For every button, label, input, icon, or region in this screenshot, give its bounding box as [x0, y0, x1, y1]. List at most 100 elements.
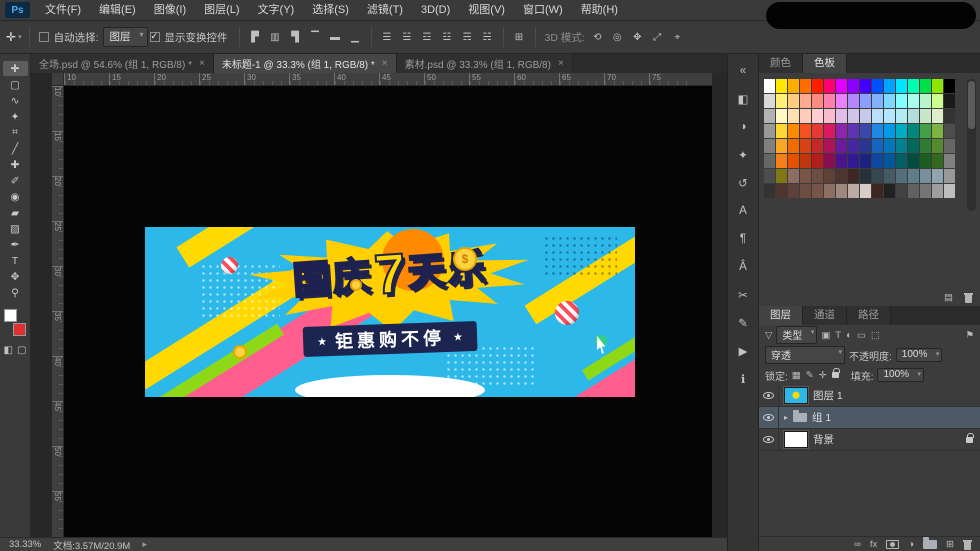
- color-swatch[interactable]: [944, 124, 955, 138]
- menu-item-8[interactable]: 3D(D): [412, 0, 459, 21]
- color-swatch[interactable]: [788, 109, 799, 123]
- character-panel-icon[interactable]: A: [731, 200, 755, 221]
- color-swatch[interactable]: [776, 109, 787, 123]
- color-swatch[interactable]: [836, 139, 847, 153]
- color-swatch[interactable]: [860, 184, 871, 198]
- color-swatch[interactable]: [800, 139, 811, 153]
- color-swatch[interactable]: [896, 169, 907, 183]
- screen-mode-icon[interactable]: ▢: [17, 345, 26, 356]
- color-swatch[interactable]: [764, 124, 775, 138]
- color-swatch[interactable]: [872, 139, 883, 153]
- color-swatch[interactable]: [932, 109, 943, 123]
- new-layer-icon[interactable]: ⊞: [946, 539, 954, 550]
- eraser-tool[interactable]: ▰: [3, 205, 28, 220]
- current-tool-preset[interactable]: ✛ ▾: [6, 30, 22, 44]
- color-swatch[interactable]: [788, 124, 799, 138]
- color-swatch[interactable]: [896, 124, 907, 138]
- lock-position-icon[interactable]: ✛: [819, 370, 827, 381]
- 3d-scale-icon[interactable]: ⌖: [669, 32, 686, 43]
- color-swatch[interactable]: [848, 124, 859, 138]
- layer-row-3[interactable]: 背景: [759, 429, 980, 451]
- color-swatch[interactable]: [848, 169, 859, 183]
- background-color-chip[interactable]: [13, 323, 26, 336]
- crop-tool[interactable]: ⌗: [3, 125, 28, 140]
- color-swatch[interactable]: [800, 79, 811, 93]
- color-swatch[interactable]: [848, 184, 859, 198]
- menu-item-2[interactable]: 编辑(E): [90, 0, 145, 21]
- color-swatch[interactable]: [932, 124, 943, 138]
- color-swatch[interactable]: [836, 124, 847, 138]
- color-swatch[interactable]: [908, 184, 919, 198]
- distribute-v-center-icon[interactable]: ☱: [399, 32, 416, 43]
- color-swatch[interactable]: [872, 94, 883, 108]
- color-swatch[interactable]: [908, 109, 919, 123]
- clone-source-panel-icon[interactable]: ✂: [731, 284, 755, 305]
- gradient-tool[interactable]: ▨: [3, 221, 28, 236]
- distribute-right-icon[interactable]: ☵: [479, 32, 496, 43]
- layer-visibility-toggle[interactable]: [759, 429, 779, 450]
- align-v-center-icon[interactable]: ▬: [327, 32, 344, 43]
- color-swatch[interactable]: [812, 184, 823, 198]
- info-panel-icon[interactable]: ℹ: [731, 368, 755, 389]
- color-swatch[interactable]: [836, 184, 847, 198]
- glyphs-panel-icon[interactable]: Â: [731, 256, 755, 277]
- swatches-scrollbar[interactable]: [967, 79, 976, 211]
- color-swatch[interactable]: [944, 184, 955, 198]
- color-swatch[interactable]: [908, 139, 919, 153]
- tab-close-icon[interactable]: ×: [382, 58, 388, 69]
- color-swatch[interactable]: [812, 169, 823, 183]
- tab-close-icon[interactable]: ×: [558, 58, 564, 69]
- color-swatch[interactable]: [884, 109, 895, 123]
- color-swatch[interactable]: [932, 154, 943, 168]
- link-layers-icon[interactable]: ∞: [854, 539, 861, 550]
- color-swatch[interactable]: [800, 184, 811, 198]
- color-swatch[interactable]: [932, 139, 943, 153]
- fill-dropdown[interactable]: 100%: [877, 368, 925, 382]
- color-swatch[interactable]: [920, 169, 931, 183]
- layer-mask-icon[interactable]: [886, 539, 900, 549]
- color-swatch[interactable]: [860, 154, 871, 168]
- color-swatch[interactable]: [860, 79, 871, 93]
- distribute-bottom-icon[interactable]: ☲: [419, 32, 436, 43]
- menu-item-5[interactable]: 文字(Y): [249, 0, 304, 21]
- zoom-level[interactable]: 33.33%: [9, 539, 41, 550]
- show-transform-checkbox[interactable]: [149, 31, 160, 42]
- menu-item-1[interactable]: 文件(F): [36, 0, 90, 21]
- quick-mask-mode-icon[interactable]: ◧: [4, 345, 13, 356]
- swatches-tab-1[interactable]: 颜色: [759, 54, 803, 73]
- blend-mode-dropdown[interactable]: 穿透: [765, 346, 845, 364]
- color-swatch[interactable]: [824, 184, 835, 198]
- quick-selection-tool[interactable]: ✦: [3, 109, 28, 124]
- align-right-icon[interactable]: ▜: [287, 32, 304, 43]
- auto-select-dropdown[interactable]: 图层: [102, 27, 148, 47]
- color-swatch[interactable]: [836, 154, 847, 168]
- color-swatch[interactable]: [884, 169, 895, 183]
- color-swatch[interactable]: [860, 124, 871, 138]
- zoom-tool[interactable]: ⚲: [3, 285, 28, 300]
- color-swatch[interactable]: [776, 124, 787, 138]
- filter-pixel-layers-icon[interactable]: ▣: [821, 330, 830, 341]
- color-swatch[interactable]: [908, 94, 919, 108]
- color-swatch[interactable]: [800, 109, 811, 123]
- layers-tab-2[interactable]: 通道: [803, 306, 847, 325]
- color-swatch[interactable]: [908, 169, 919, 183]
- menu-item-9[interactable]: 视图(V): [459, 0, 514, 21]
- menu-item-10[interactable]: 窗口(W): [514, 0, 572, 21]
- color-swatch[interactable]: [872, 124, 883, 138]
- adjustments-panel-icon[interactable]: ◑: [731, 116, 755, 137]
- color-swatch[interactable]: [812, 139, 823, 153]
- color-swatch[interactable]: [872, 154, 883, 168]
- filter-type-layers-icon[interactable]: T: [835, 330, 841, 341]
- color-swatch[interactable]: [824, 169, 835, 183]
- color-swatch[interactable]: [932, 169, 943, 183]
- styles-panel-icon[interactable]: ✦: [731, 144, 755, 165]
- color-swatch[interactable]: [944, 154, 955, 168]
- color-swatch[interactable]: [872, 109, 883, 123]
- new-group-icon[interactable]: [923, 536, 938, 549]
- color-swatch[interactable]: [872, 79, 883, 93]
- color-swatch[interactable]: [788, 79, 799, 93]
- color-swatch[interactable]: [932, 79, 943, 93]
- color-panel-icon[interactable]: ◧: [731, 88, 755, 109]
- auto-select-checkbox[interactable]: [38, 32, 49, 42]
- color-swatch[interactable]: [800, 169, 811, 183]
